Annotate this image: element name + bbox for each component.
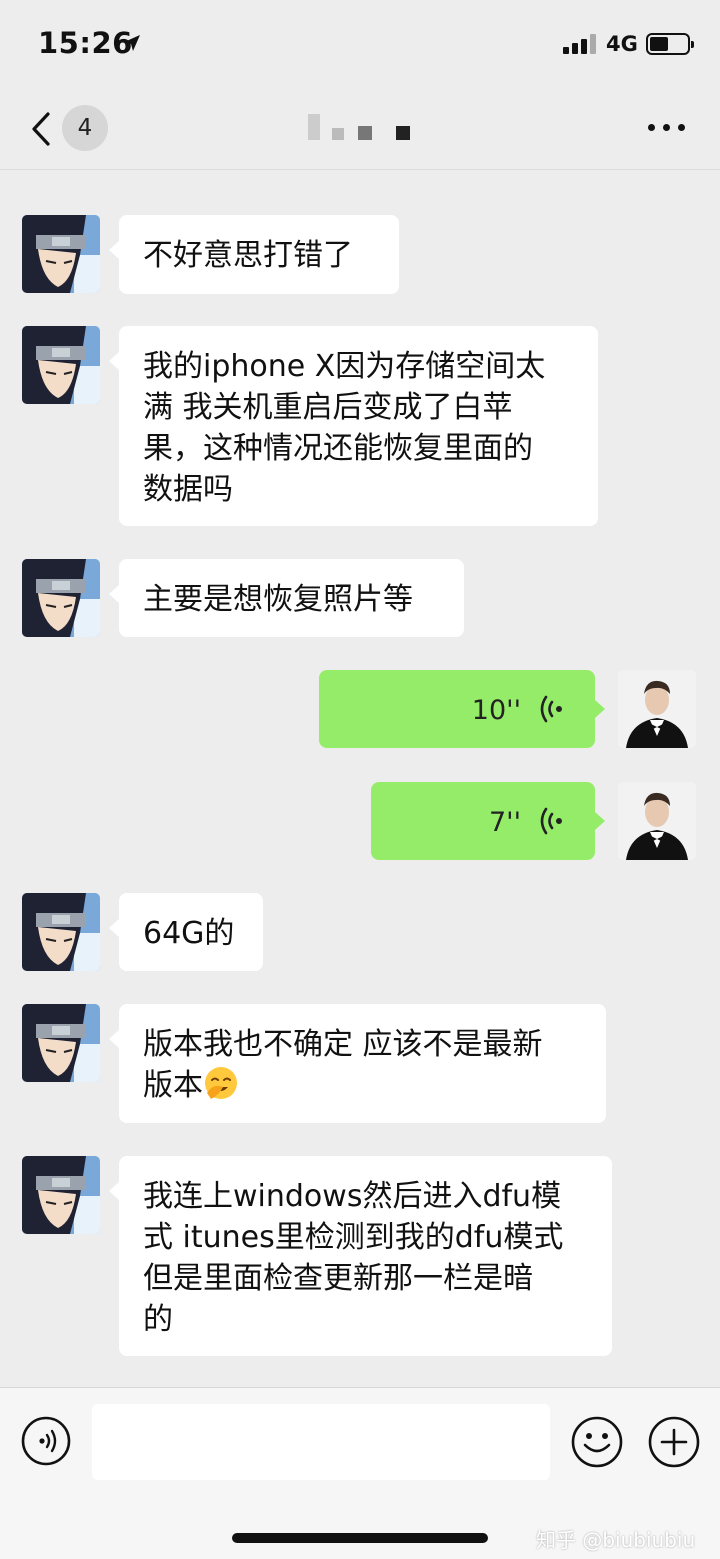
contact-avatar[interactable] <box>22 1156 100 1234</box>
facepalm-emoji <box>205 1067 237 1099</box>
voice-wave-icon <box>540 807 562 835</box>
contact-avatar[interactable] <box>22 326 100 404</box>
my-avatar[interactable] <box>618 782 696 860</box>
message-text: 64G的 <box>143 916 235 951</box>
watermark: 知乎 @biubiubiu <box>536 1528 696 1552</box>
contact-avatar[interactable] <box>22 215 100 293</box>
battery-icon <box>646 33 694 55</box>
my-avatar[interactable] <box>618 670 696 748</box>
message-line: 数据吗 <box>143 472 233 507</box>
message-line: 但是里面检查更新那一栏是暗 <box>143 1261 533 1296</box>
incoming-message[interactable]: 64G的 <box>109 893 263 971</box>
incoming-message[interactable]: 我的iphone X因为存储空间太 满 我关机重启后变成了白苹 果，这种情况还能… <box>109 326 598 526</box>
message-line: 满 我关机重启后变成了白苹 <box>143 390 513 425</box>
status-bar: 15:26 4G <box>0 0 720 88</box>
message-input[interactable] <box>92 1404 550 1480</box>
voice-input-icon[interactable] <box>20 1415 72 1467</box>
chevron-left-icon[interactable] <box>28 110 54 148</box>
incoming-message[interactable]: 主要是想恢复照片等 <box>109 559 464 637</box>
voice-duration: 10'' <box>471 695 521 726</box>
message-line: 我连上windows然后进入dfu模 <box>143 1179 562 1214</box>
incoming-message[interactable]: 版本我也不确定 应该不是最新 版本 <box>109 1004 606 1123</box>
location-arrow-icon <box>124 35 140 51</box>
chat-title-redacted <box>300 112 420 142</box>
status-time: 15:26 <box>38 26 133 60</box>
message-line: 版本 <box>143 1068 203 1103</box>
unread-count-badge[interactable]: 4 <box>62 105 108 151</box>
voice-wave-icon <box>540 695 562 723</box>
voice-duration: 7'' <box>488 807 521 838</box>
message-line: 式 itunes里检测到我的dfu模式 <box>143 1220 564 1255</box>
more-icon[interactable] <box>646 121 686 133</box>
message-line: 的 <box>143 1302 173 1337</box>
chat-nav-bar: 4 <box>0 88 720 170</box>
cellular-signal-icon <box>563 34 599 54</box>
plus-icon[interactable] <box>647 1415 701 1469</box>
incoming-message[interactable]: 我连上windows然后进入dfu模 式 itunes里检测到我的dfu模式 但… <box>109 1156 612 1356</box>
message-line: 版本我也不确定 应该不是最新 <box>143 1027 543 1062</box>
outgoing-voice-message[interactable]: 10'' <box>319 670 605 748</box>
message-text: 主要是想恢复照片等 <box>143 582 413 617</box>
incoming-message[interactable]: 不好意思打错了 <box>109 215 399 294</box>
message-text: 不好意思打错了 <box>143 238 353 273</box>
message-line: 果，这种情况还能恢复里面的 <box>143 431 533 466</box>
contact-avatar[interactable] <box>22 893 100 971</box>
message-line: 我的iphone X因为存储空间太 <box>143 349 546 384</box>
chat-input-bar: 知乎 @biubiubiu <box>0 1387 720 1559</box>
emoji-icon[interactable] <box>570 1415 624 1469</box>
contact-avatar[interactable] <box>22 1004 100 1082</box>
network-type: 4G <box>606 32 638 56</box>
contact-avatar[interactable] <box>22 559 100 637</box>
outgoing-voice-message[interactable]: 7'' <box>371 782 605 860</box>
home-indicator <box>232 1533 488 1543</box>
